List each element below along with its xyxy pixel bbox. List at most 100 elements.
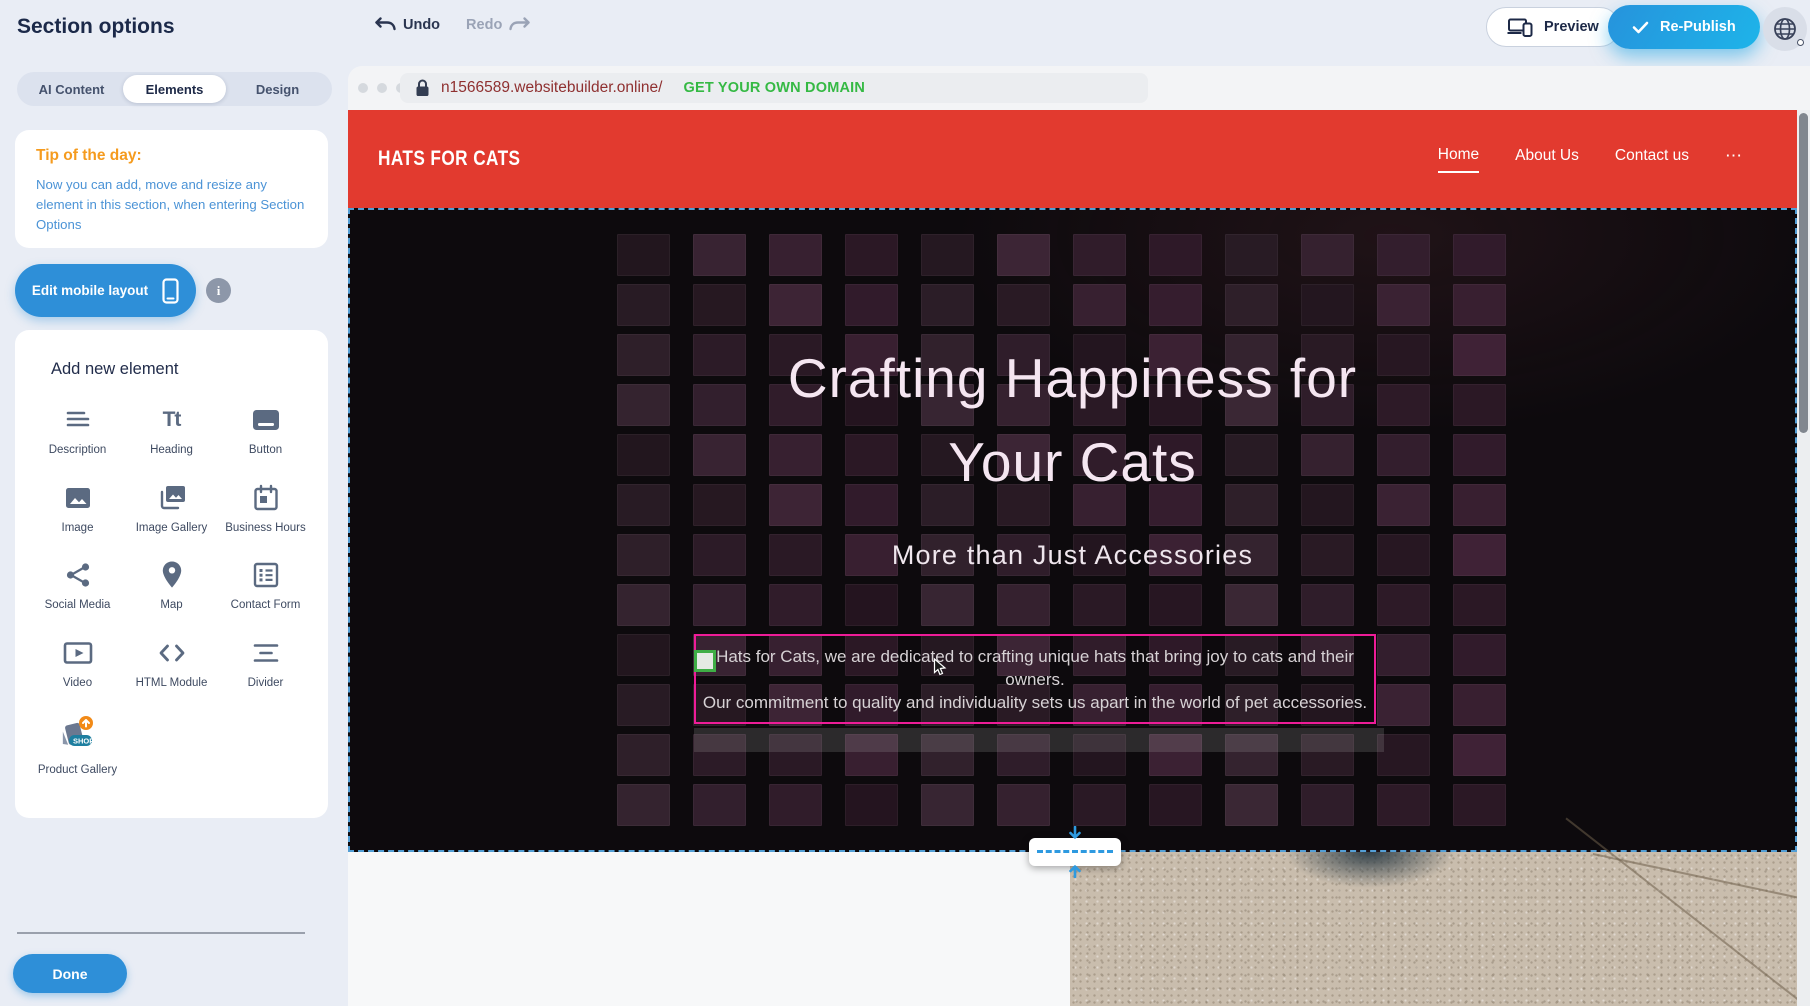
hero-tile bbox=[1301, 584, 1354, 626]
hero-paragraph-line2[interactable]: Our commitment to quality and individual… bbox=[696, 691, 1374, 714]
element-html-module[interactable]: HTML Module bbox=[128, 638, 216, 692]
history-controls: Undo Redo bbox=[374, 16, 531, 34]
scrollbar-thumb[interactable] bbox=[1799, 113, 1808, 433]
redo-button[interactable]: Redo bbox=[466, 16, 531, 34]
element-map[interactable]: Map bbox=[128, 560, 216, 614]
divider-icon bbox=[250, 638, 282, 668]
phone-icon bbox=[162, 278, 179, 304]
hero-tile bbox=[1149, 284, 1202, 326]
site-url[interactable]: n1566589.websitebuilder.online/ bbox=[441, 79, 662, 97]
republish-button[interactable]: Re-Publish bbox=[1608, 5, 1760, 49]
hero-tile bbox=[1073, 584, 1126, 626]
address-bar[interactable]: n1566589.websitebuilder.online/ GET YOUR… bbox=[400, 73, 1148, 103]
site-logo[interactable]: HATS FOR CATS bbox=[378, 147, 520, 171]
hero-tile bbox=[1301, 234, 1354, 276]
nav-more-menu[interactable]: ⋯ bbox=[1725, 146, 1743, 172]
hero-tile bbox=[617, 784, 670, 826]
share-icon bbox=[62, 560, 94, 590]
hero-tile bbox=[921, 284, 974, 326]
get-your-own-domain-link[interactable]: GET YOUR OWN DOMAIN bbox=[683, 80, 865, 96]
element-social-media[interactable]: Social Media bbox=[34, 560, 122, 614]
lock-icon bbox=[415, 79, 430, 97]
element-image[interactable]: Image bbox=[34, 483, 122, 537]
hero-tile bbox=[845, 784, 898, 826]
hero-tile bbox=[1149, 584, 1202, 626]
element-contact-form[interactable]: Contact Form bbox=[222, 560, 310, 614]
element-video[interactable]: Video bbox=[34, 638, 122, 692]
hero-tile bbox=[769, 284, 822, 326]
hero-tile bbox=[1453, 234, 1506, 276]
tip-body: Now you can add, move and resize any ele… bbox=[36, 175, 307, 234]
undo-button[interactable]: Undo bbox=[374, 16, 440, 34]
arrow-up-icon bbox=[1067, 862, 1083, 878]
undo-icon bbox=[374, 16, 396, 34]
video-play-icon bbox=[62, 638, 94, 668]
selection-resize-handle[interactable] bbox=[694, 650, 716, 672]
hero-tile bbox=[921, 584, 974, 626]
element-image-gallery[interactable]: Image Gallery bbox=[128, 483, 216, 537]
hero-tile bbox=[845, 284, 898, 326]
site-preview: HATS FOR CATS Home About Us Contact us ⋯… bbox=[348, 110, 1797, 1006]
hero-tile bbox=[1377, 234, 1430, 276]
element-ghost-bar bbox=[694, 728, 1384, 752]
hero-tile bbox=[1453, 684, 1506, 726]
hero-subheading[interactable]: More than Just Accessories bbox=[350, 540, 1795, 571]
done-button[interactable]: Done bbox=[13, 954, 127, 993]
form-icon bbox=[250, 560, 282, 590]
panel-tabs: AI Content Elements Design bbox=[17, 72, 332, 106]
element-button[interactable]: Button bbox=[222, 405, 310, 459]
redo-icon bbox=[509, 16, 531, 34]
hero-tile bbox=[921, 784, 974, 826]
nav-home[interactable]: Home bbox=[1438, 146, 1479, 173]
hero-tile bbox=[693, 284, 746, 326]
hero-tile bbox=[1453, 634, 1506, 676]
element-divider[interactable]: Divider bbox=[222, 638, 310, 692]
element-heading[interactable]: Tt Heading bbox=[128, 405, 216, 459]
hero-tile bbox=[1225, 284, 1278, 326]
hero-tile bbox=[1377, 584, 1430, 626]
hero-tile bbox=[1149, 784, 1202, 826]
hero-tile bbox=[693, 584, 746, 626]
hero-section-selected[interactable]: Crafting Happiness for Your Cats More th… bbox=[348, 208, 1797, 852]
tab-elements[interactable]: Elements bbox=[123, 75, 226, 103]
tab-design[interactable]: Design bbox=[226, 75, 329, 103]
selected-text-element[interactable]: Hats for Cats, we are dedicated to craft… bbox=[694, 634, 1376, 724]
hero-tile bbox=[997, 584, 1050, 626]
tip-of-the-day-card: Tip of the day: Now you can add, move an… bbox=[15, 130, 328, 248]
text-lines-icon bbox=[62, 405, 94, 435]
language-globe-button[interactable] bbox=[1763, 7, 1807, 51]
add-element-title: Add new element bbox=[51, 360, 328, 379]
arrow-down-icon bbox=[1067, 826, 1083, 842]
devices-icon bbox=[1507, 17, 1533, 37]
edit-mobile-layout-button[interactable]: Edit mobile layout bbox=[15, 264, 196, 317]
nav-about-us[interactable]: About Us bbox=[1515, 147, 1579, 171]
image-gallery-icon bbox=[156, 483, 188, 513]
hero-tile bbox=[845, 234, 898, 276]
section-resize-handle[interactable] bbox=[1029, 838, 1121, 866]
hero-tile bbox=[1377, 784, 1430, 826]
tile-seam bbox=[1593, 853, 1797, 909]
hero-tile bbox=[617, 284, 670, 326]
hero-tile bbox=[1073, 234, 1126, 276]
hero-tile bbox=[1225, 584, 1278, 626]
hero-tile bbox=[1377, 634, 1430, 676]
element-product-gallery[interactable]: SHOP Product Gallery bbox=[34, 715, 122, 779]
nav-contact-us[interactable]: Contact us bbox=[1615, 147, 1689, 171]
element-description[interactable]: Description bbox=[34, 405, 122, 459]
element-business-hours[interactable]: Business Hours bbox=[222, 483, 310, 537]
preview-button[interactable]: Preview bbox=[1486, 7, 1620, 47]
tip-title: Tip of the day: bbox=[36, 147, 307, 165]
hero-tile bbox=[617, 634, 670, 676]
hero-tile bbox=[1453, 734, 1506, 776]
hero-tile bbox=[617, 584, 670, 626]
hero-heading[interactable]: Crafting Happiness for Your Cats bbox=[350, 336, 1795, 504]
hero-tile bbox=[1377, 734, 1430, 776]
site-nav: Home About Us Contact us ⋯ bbox=[1438, 146, 1743, 173]
add-new-element-card: Add new element Description Tt Heading bbox=[15, 330, 328, 818]
hero-tile bbox=[1073, 284, 1126, 326]
tab-ai-content[interactable]: AI Content bbox=[20, 75, 123, 103]
info-icon[interactable]: i bbox=[206, 278, 231, 303]
preview-scrollbar[interactable] bbox=[1797, 110, 1810, 1006]
hero-paragraph-line1[interactable]: Hats for Cats, we are dedicated to craft… bbox=[696, 645, 1374, 691]
section-boundary-dashes bbox=[1037, 850, 1113, 853]
